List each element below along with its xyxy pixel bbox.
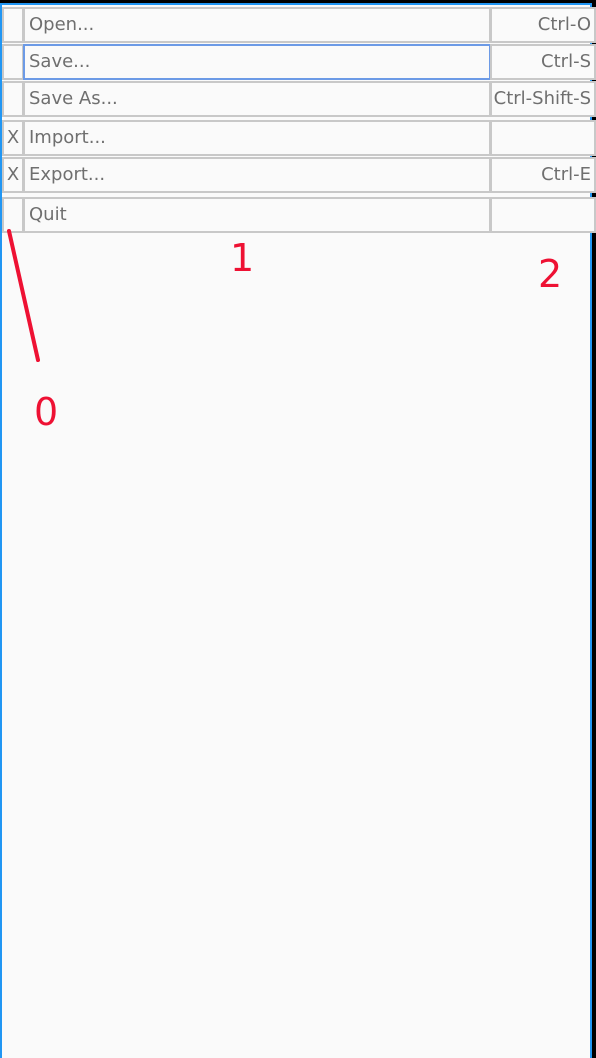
annotation-pointer-line <box>7 229 40 362</box>
annotation-column-2: 2 <box>538 252 563 296</box>
annotation-column-0: 0 <box>34 390 59 434</box>
annotation-column-1: 1 <box>230 236 255 280</box>
